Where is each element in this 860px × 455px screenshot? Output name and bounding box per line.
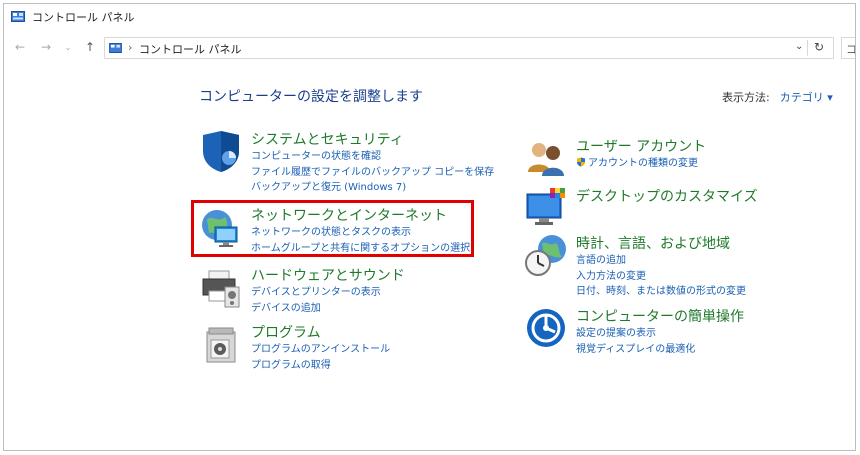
category-title[interactable]: ユーザー アカウント [576,136,706,156]
link-change-account-type[interactable]: アカウントの種類の変更 [576,156,698,172]
link-devices-printers[interactable]: デバイスとプリンターの表示 [251,285,381,301]
link-check-status[interactable]: コンピューターの状態を確認 [251,149,494,165]
link-optimize-display[interactable]: 視覚ディスプレイの最適化 [576,342,695,358]
view-by: 表示方法: カテゴリ ▾ [722,89,833,105]
uac-shield-icon [577,157,585,167]
chevron-down-icon[interactable]: ⌄ [795,41,803,52]
arrow-up-icon[interactable]: ↑ [82,40,98,54]
clock-globe-icon [525,235,566,276]
link-add-device[interactable]: デバイスの追加 [251,301,381,317]
category-title[interactable]: プログラム [251,322,321,342]
link-file-history[interactable]: ファイル履歴でファイルのバックアップ コピーを保存 [251,165,494,181]
highlight-box [191,200,474,257]
title-bar: コントロール パネル [4,4,855,30]
printer-icon [202,270,240,308]
breadcrumb-separator-icon: › [128,41,133,54]
category-title[interactable]: デスクトップのカスタマイズ [576,186,758,206]
category-title[interactable]: ハードウェアとサウンド [251,265,405,285]
control-panel-icon [11,11,25,22]
link-settings-suggestions[interactable]: 設定の提案の表示 [576,326,695,342]
control-panel-icon [109,43,122,53]
link-backup-restore[interactable]: バックアップと復元 (Windows 7) [251,180,494,196]
search-placeholder: コン [846,43,856,56]
category-title[interactable]: システムとセキュリティ [251,129,404,149]
refresh-icon[interactable]: ↻ [814,40,824,54]
arrow-right-icon[interactable]: → [38,40,54,54]
link-get-programs[interactable]: プログラムの取得 [251,358,390,374]
desktop-customize-icon [526,188,565,225]
control-panel-window: コントロール パネル ← → ⌄ ↑ › コントロール パネル ⌄ ↻ コン コ… [3,3,856,451]
page-title: コンピューターの設定を調整します [199,89,423,105]
link-change-date-format[interactable]: 日付、時刻、または数値の形式の変更 [576,284,746,300]
search-input[interactable]: コン [841,37,856,59]
breadcrumb[interactable]: コントロール パネル [139,41,242,57]
link-add-language[interactable]: 言語の追加 [576,253,746,269]
link-change-input-method[interactable]: 入力方法の変更 [576,269,746,285]
navigation-bar: ← → ⌄ ↑ › コントロール パネル ⌄ ↻ コン [4,37,855,61]
window-title: コントロール パネル [32,11,135,24]
address-bar[interactable]: › コントロール パネル ⌄ ↻ [104,37,834,59]
programs-icon [206,327,236,363]
category-title[interactable]: 時計、言語、および地域 [576,233,730,253]
shield-icon [203,131,239,172]
user-accounts-icon [528,143,564,176]
chevron-down-icon[interactable]: ⌄ [60,43,76,52]
view-by-label: 表示方法: [722,91,770,104]
ease-of-access-icon [527,309,565,347]
view-by-dropdown[interactable]: カテゴリ ▾ [780,91,833,104]
divider [807,40,808,56]
link-uninstall-program[interactable]: プログラムのアンインストール [251,342,390,358]
arrow-left-icon[interactable]: ← [12,40,28,54]
category-title[interactable]: コンピューターの簡単操作 [576,306,744,326]
